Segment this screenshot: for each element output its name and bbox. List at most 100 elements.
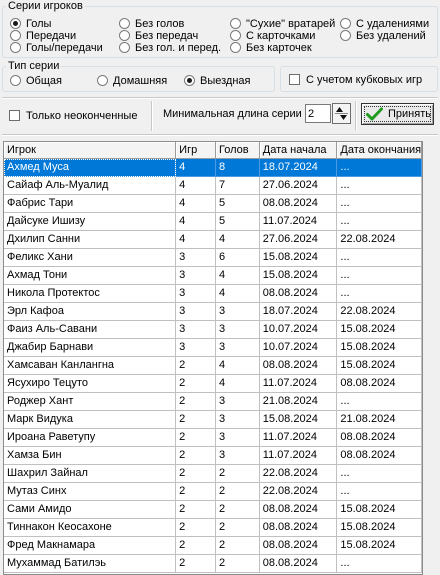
cell-games: 3: [176, 303, 216, 321]
cell-end-date: 15.08.2024: [337, 537, 422, 555]
radio-assists-indicator: [10, 30, 21, 41]
radio-type-away[interactable]: Выездная: [184, 74, 251, 87]
table-row[interactable]: Шахрил Зайнал 2 2 22.08.2024...: [4, 465, 422, 483]
cell-start-date: 10.07.2024: [259, 339, 338, 357]
cell-end-date: ...: [337, 159, 422, 177]
cup-games-checkbox-box: [289, 74, 300, 85]
cell-games: 2: [176, 465, 216, 483]
cell-player: Шахрил Зайнал: [4, 465, 177, 483]
accept-button[interactable]: Принять: [361, 103, 434, 125]
cell-player: Фред Макнамара: [4, 537, 177, 555]
cell-start-date: 08.08.2024: [259, 357, 338, 375]
cell-end-date: ...: [337, 483, 422, 501]
table-row[interactable]: Никола Протектос 3 4 08.08.2024...: [4, 285, 422, 303]
table-row[interactable]: Ясухиро Тецуто 2 4 11.07.2024 08.08.2024: [4, 375, 422, 393]
cell-end-date: ...: [337, 177, 422, 195]
cell-start-date: 27.06.2024: [259, 177, 338, 195]
cell-end-date: 21.08.2024: [337, 411, 422, 429]
table-row[interactable]: Ахмад Тони 3 4 15.08.2024...: [4, 267, 422, 285]
cell-player: Джабир Барнави: [4, 339, 177, 357]
cell-goals: 8: [215, 159, 260, 177]
radio-type-overall-indicator: [10, 75, 21, 86]
table-row[interactable]: Фаиз Аль-Савани 3 3 10.07.2024 15.08.2024: [4, 321, 422, 339]
cell-player: Хамза Бин: [4, 447, 177, 465]
table-row[interactable]: Фред Макнамара 2 2 08.08.2024 15.08.2024: [4, 537, 422, 555]
table-row[interactable]: Фабрис Тари 4 5 08.08.2024...: [4, 195, 422, 213]
min-length-spin-button[interactable]: [332, 103, 351, 124]
cell-games: 2: [176, 519, 216, 537]
radio-type-away-indicator: [184, 75, 195, 86]
cell-goals: 2: [215, 501, 260, 519]
cell-games: 4: [176, 213, 216, 231]
table-row[interactable]: Ироана Раветупу 2 3 11.07.2024 08.08.2024: [4, 429, 422, 447]
cell-start-date: 22.08.2024: [259, 465, 338, 483]
radio-no-sendoffs-indicator: [340, 30, 351, 41]
cell-start-date: 27.06.2024: [259, 231, 338, 249]
table-row[interactable]: Хамза Бин 2 3 11.07.2024 08.08.2024: [4, 447, 422, 465]
cell-player: Ахмад Тони: [4, 267, 177, 285]
table-row[interactable]: Марк Видука 2 3 15.08.2024 21.08.2024: [4, 411, 422, 429]
radio-no-cards-indicator: [230, 42, 241, 53]
cell-goals: 2: [215, 555, 260, 573]
min-length-input[interactable]: [305, 104, 331, 123]
type-groupbox-legend: Тип серии: [6, 60, 62, 72]
min-length-label: Минимальная длина серии: [163, 108, 302, 120]
table-row[interactable]: Хамсаван Канлангна 2 4 08.08.2024 15.08.2024: [4, 357, 422, 375]
cell-player: Сайаф Аль-Муалид: [4, 177, 177, 195]
toolbar-separator-top: [2, 97, 438, 99]
cell-start-date: 11.07.2024: [259, 213, 338, 231]
cell-games: 4: [176, 177, 216, 195]
cell-goals: 4: [215, 231, 260, 249]
cell-games: 2: [176, 393, 216, 411]
cell-games: 2: [176, 501, 216, 519]
cell-end-date: ...: [337, 393, 422, 411]
cell-games: 2: [176, 447, 216, 465]
unfinished-only-checkbox[interactable]: Только неоконченные: [9, 109, 137, 122]
column-header-player[interactable]: Игрок: [4, 142, 177, 159]
table-row[interactable]: Джабир Барнави 3 3 10.07.2024 15.08.2024: [4, 339, 422, 357]
table-row[interactable]: Тиннакон Кеосахоне 2 2 08.08.2024 15.08.2024: [4, 519, 422, 537]
cell-start-date: 21.08.2024: [259, 393, 338, 411]
radio-type-overall[interactable]: Общая: [10, 74, 62, 87]
radio-no-sendoffs[interactable]: Без удалений: [340, 29, 426, 42]
cell-games: 2: [176, 429, 216, 447]
table-row[interactable]: Мутаз Синх 2 2 22.08.2024...: [4, 483, 422, 501]
table-row[interactable]: Эрл Кафоа 3 3 18.07.2024 22.08.2024: [4, 303, 422, 321]
cell-player: Сами Амидо: [4, 501, 177, 519]
table-row[interactable]: Сами Амидо 2 2 08.08.2024 15.08.2024: [4, 501, 422, 519]
accept-button-label: Принять: [388, 108, 431, 120]
cell-goals: 2: [215, 519, 260, 537]
table-row[interactable]: Дхилип Санни 4 4 27.06.2024 22.08.2024: [4, 231, 422, 249]
cell-player: Никола Протектос: [4, 285, 177, 303]
table-row[interactable]: Феликс Хани 3 6 15.08.2024...: [4, 249, 422, 267]
column-header-goals[interactable]: Голов: [215, 142, 260, 159]
radio-type-home[interactable]: Домашняя: [97, 74, 167, 87]
table-header: Игрок Игр Голов Дата начала Дата окончан…: [4, 142, 422, 159]
column-header-end-date[interactable]: Дата окончания: [337, 142, 422, 159]
table-row[interactable]: Сайаф Аль-Муалид 4 7 27.06.2024...: [4, 177, 422, 195]
table-row[interactable]: Роджер Хант 2 3 21.08.2024...: [4, 393, 422, 411]
table-row[interactable]: Мухаммад Батилэь 2 2 08.08.2024...: [4, 555, 422, 573]
cell-end-date: ...: [337, 195, 422, 213]
cell-start-date: 18.07.2024: [259, 303, 338, 321]
series-table[interactable]: Игрок Игр Голов Дата начала Дата окончан…: [3, 141, 423, 575]
cup-games-checkbox[interactable]: С учетом кубковых игр: [289, 73, 422, 86]
radio-goals-assists[interactable]: Голы/передачи: [10, 41, 103, 54]
table-row[interactable]: Дайсуке Ишизу 4 5 11.07.2024...: [4, 213, 422, 231]
radio-no-goals-indicator: [119, 18, 130, 29]
radio-no-goals-no-assists-indicator: [119, 42, 130, 53]
cell-end-date: 15.08.2024: [337, 321, 422, 339]
table-row[interactable]: Ахмед Муса 4 8 18.07.2024...: [4, 159, 422, 177]
radio-no-cards[interactable]: Без карточек: [230, 41, 312, 54]
cell-player: Феликс Хани: [4, 249, 177, 267]
toolbar-separator-bottom: [2, 134, 438, 136]
radio-no-goals-no-assists[interactable]: Без гол. и перед.: [119, 41, 221, 54]
cell-games: 4: [176, 195, 216, 213]
cell-end-date: ...: [337, 213, 422, 231]
column-header-start-date[interactable]: Дата начала: [259, 142, 338, 159]
cell-player: Марк Видука: [4, 411, 177, 429]
column-header-games[interactable]: Игр: [176, 142, 216, 159]
cell-player: Фаиз Аль-Савани: [4, 321, 177, 339]
cell-end-date: ...: [337, 285, 422, 303]
cell-games: 3: [176, 339, 216, 357]
